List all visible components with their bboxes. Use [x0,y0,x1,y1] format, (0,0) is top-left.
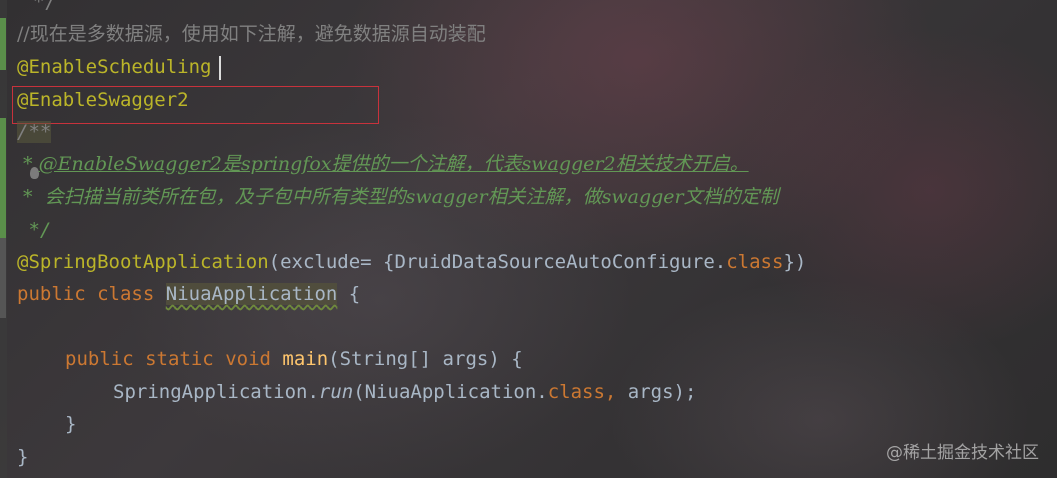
enable-scheduling-annotation: @EnableScheduling [17,56,212,78]
code-line[interactable]: */ [17,214,51,246]
javadoc-text: * 会扫描当前类所在包，及子包中所有类型的swagger相关注解，做swagge… [17,186,779,208]
class-name[interactable]: NiuaApplication [165,283,338,305]
vcs-change-marker[interactable] [0,18,6,70]
class-keyword: class [726,251,784,273]
code-line[interactable]: @EnableScheduling [17,51,211,83]
code-line[interactable]: * @EnableSwagger2是springfox提供的一个注解，代表swa… [17,148,749,180]
public-keyword: public [65,348,134,370]
javadoc-tag-text: @EnableSwagger2是springfox提供的一个注解，代表swagg… [38,153,749,175]
text-caret [219,56,221,80]
vcs-change-marker[interactable] [0,118,6,238]
vcs-change-marker[interactable] [0,238,6,318]
method-name[interactable]: main [282,348,328,370]
code-line[interactable]: public class NiuaApplication { [17,278,360,310]
code-line[interactable]: */ [33,0,56,18]
static-keyword: static [145,348,214,370]
void-keyword: void [225,348,271,370]
annotation-args: (exclude= {DruidDataSourceAutoConfigure. [268,251,727,273]
spring-boot-application-annotation: @SpringBootApplication [17,251,269,273]
close-brace: } [17,446,29,468]
class-keyword: class [547,381,605,403]
code-line[interactable]: } [65,408,76,440]
code-line[interactable]: SpringApplication.run(NiuaApplication.cl… [113,376,696,408]
highlight-box [12,86,379,124]
code-editor[interactable]: */ //现在是多数据源，使用如下注解，避免数据源自动装配 @EnableSch… [0,0,1057,478]
javadoc-star: * [17,153,39,175]
comma: , [604,381,617,403]
public-keyword: public [17,283,86,305]
line-comment: //现在是多数据源，使用如下注解，避免数据源自动装配 [17,23,486,45]
class-keyword: class [97,283,155,305]
call-args: (NiuaApplication. [353,381,548,403]
static-method-call[interactable]: run [319,381,353,403]
code-line[interactable]: @SpringBootApplication(exclude= {DruidDa… [17,246,806,278]
close-brace: } [65,413,77,435]
method-params: (String[] args) { [328,348,523,370]
code-line[interactable]: } [17,441,28,473]
code-line[interactable]: /** [17,116,52,148]
comment-close: */ [33,0,56,13]
javadoc-open: /** [17,121,52,143]
javadoc-close: */ [17,219,52,241]
code-line[interactable]: * 会扫描当前类所在包，及子包中所有类型的swagger相关注解，做swagge… [17,181,779,213]
watermark: @稀土掘金技术社区 [886,443,1039,463]
code-line[interactable]: public static void main(String[] args) { [65,343,523,375]
call-receiver: SpringApplication. [113,381,319,403]
open-brace: { [337,283,361,305]
code-line[interactable]: //现在是多数据源，使用如下注解，避免数据源自动装配 [17,18,486,50]
call-args-close: args); [616,381,697,403]
annotation-args-close: }) [783,251,807,273]
